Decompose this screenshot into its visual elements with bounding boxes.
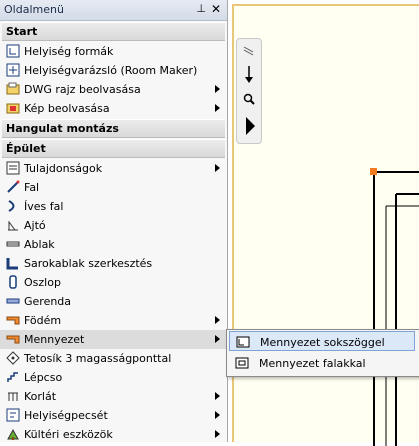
submenu-item-polygon-ceiling[interactable]: Mennyezet sokszöggel — [229, 331, 415, 351]
image-import-icon — [6, 103, 20, 114]
beam-icon — [6, 298, 20, 304]
menu-item-window[interactable]: Ablak — [0, 235, 227, 254]
start-list: Helyiség formák Helyiségvarázsló (Room Ma… — [0, 42, 227, 118]
menu-item-label: Helyiségpecsét — [24, 409, 108, 422]
polygon-ceiling-icon — [236, 336, 250, 348]
submenu-arrow-icon — [215, 316, 220, 324]
menu-item-label: Helyiségvarázsló (Room Maker) — [24, 64, 198, 77]
submenu-arrow-icon — [215, 85, 220, 93]
submenu-arrow-icon — [215, 335, 220, 343]
menu-item-ceiling[interactable]: Mennyezet — [0, 330, 227, 349]
submenu-arrow-icon — [215, 411, 220, 419]
menu-item-label: Oszlop — [24, 276, 61, 289]
selection-handle[interactable] — [370, 168, 377, 175]
menu-item-room-stamp[interactable]: Helyiségpecsét — [0, 406, 227, 425]
roof-plane-icon — [6, 351, 20, 365]
curved-wall-icon — [8, 200, 15, 212]
menu-item-label: Fal — [24, 181, 40, 194]
menu-item-room-shape[interactable]: Helyiség formák — [0, 42, 227, 61]
submenu-label: Mennyezet falakkal — [259, 357, 366, 370]
menu-item-label: Kültéri eszközök — [24, 428, 113, 441]
menu-item-slab[interactable]: Födém — [0, 311, 227, 330]
menu-item-railing[interactable]: Korlát — [0, 387, 227, 406]
menu-item-stairs[interactable]: Lépcso — [0, 368, 227, 387]
section-start[interactable]: Start — [2, 22, 225, 41]
menu-item-label: Íves fal — [24, 200, 64, 213]
menu-item-label: Sarokablak szerkesztés — [24, 257, 153, 270]
menu-item-label: Kép beolvasása — [24, 102, 110, 115]
menu-item-outdoor-tools[interactable]: Kültéri eszközök — [0, 425, 227, 444]
menu-item-label: Tulajdonságok — [24, 162, 103, 175]
menu-item-label: Lépcso — [24, 371, 63, 384]
menu-item-label: Tetosík 3 magasságponttal — [24, 352, 172, 365]
menu-item-beam[interactable]: Gerenda — [0, 292, 227, 311]
section-epulet[interactable]: Épület — [2, 139, 225, 158]
menu-item-column[interactable]: Oszlop — [0, 273, 227, 292]
room-stamp-icon — [6, 408, 20, 422]
menu-item-curved-wall[interactable]: Íves fal — [0, 197, 227, 216]
window-icon — [6, 241, 20, 247]
submenu-label: Mennyezet sokszöggel — [260, 336, 385, 349]
wall-icon — [7, 180, 20, 193]
corner-window-icon — [6, 258, 18, 270]
room-shape-icon — [6, 44, 20, 58]
panel-title: Oldalmenü — [4, 3, 64, 16]
menu-item-properties[interactable]: Tulajdonságok — [0, 159, 227, 178]
menu-item-label: DWG rajz beolvasása — [24, 83, 141, 96]
close-icon[interactable]: ✕ — [211, 2, 221, 16]
menu-item-label: Mennyezet — [24, 333, 85, 346]
submenu-item-wall-ceiling[interactable]: Mennyezet falakkal — [229, 353, 415, 373]
menu-item-label: Ablak — [24, 238, 55, 251]
ceiling-icon — [6, 335, 20, 344]
dwg-import-icon — [6, 82, 20, 95]
properties-icon — [6, 161, 20, 175]
menu-item-roof-plane[interactable]: Tetosík 3 magasságponttal — [0, 349, 227, 368]
railing-icon — [8, 392, 18, 401]
slab-icon — [6, 316, 20, 325]
menu-item-label: Gerenda — [24, 295, 72, 308]
menu-item-corner-window[interactable]: Sarokablak szerkesztés — [0, 254, 227, 273]
outdoor-tools-icon — [7, 428, 19, 440]
menu-item-door[interactable]: Ajtó — [0, 216, 227, 235]
submenu-arrow-icon — [215, 104, 220, 112]
section-hangulat[interactable]: Hangulat montázs — [2, 119, 225, 138]
menu-item-label: Korlát — [24, 390, 57, 403]
room-maker-icon — [6, 63, 20, 77]
menu-item-label: Ajtó — [24, 219, 46, 232]
play-icon[interactable] — [246, 117, 255, 135]
menu-item-wall[interactable]: Fal — [0, 178, 227, 197]
menu-item-label: Helyiség formák — [24, 45, 114, 58]
epulet-list: Tulajdonságok Fal Íves fal Ajtó Ablak Sarokab… — [0, 159, 227, 444]
ceiling-submenu: Mennyezet sokszöggel Mennyezet falakkal — [226, 329, 419, 377]
wall-ceiling-icon — [235, 357, 249, 369]
move-down-icon[interactable] — [245, 66, 253, 83]
menu-item-dwg-import[interactable]: DWG rajz beolvasása — [0, 80, 227, 99]
menu-item-image-import[interactable]: Kép beolvasása — [0, 99, 227, 118]
pin-icon[interactable]: ⊥ — [196, 2, 206, 15]
side-menu-panel: Oldalmenü ⊥ ✕ Start Helyiség formák Helyi… — [0, 0, 228, 442]
vertical-toolbar — [236, 38, 262, 144]
door-icon — [8, 220, 18, 231]
resize-grip-icon[interactable] — [243, 46, 254, 56]
submenu-arrow-icon — [215, 430, 220, 438]
menu-item-room-maker[interactable]: Helyiségvarázsló (Room Maker) — [0, 61, 227, 80]
zoom-icon[interactable] — [243, 93, 255, 105]
panel-titlebar: Oldalmenü ⊥ ✕ — [0, 0, 227, 21]
menu-item-label: Födém — [24, 314, 62, 327]
column-icon — [9, 275, 17, 289]
stairs-icon — [7, 372, 18, 382]
submenu-arrow-icon — [215, 164, 220, 172]
submenu-arrow-icon — [215, 392, 220, 400]
